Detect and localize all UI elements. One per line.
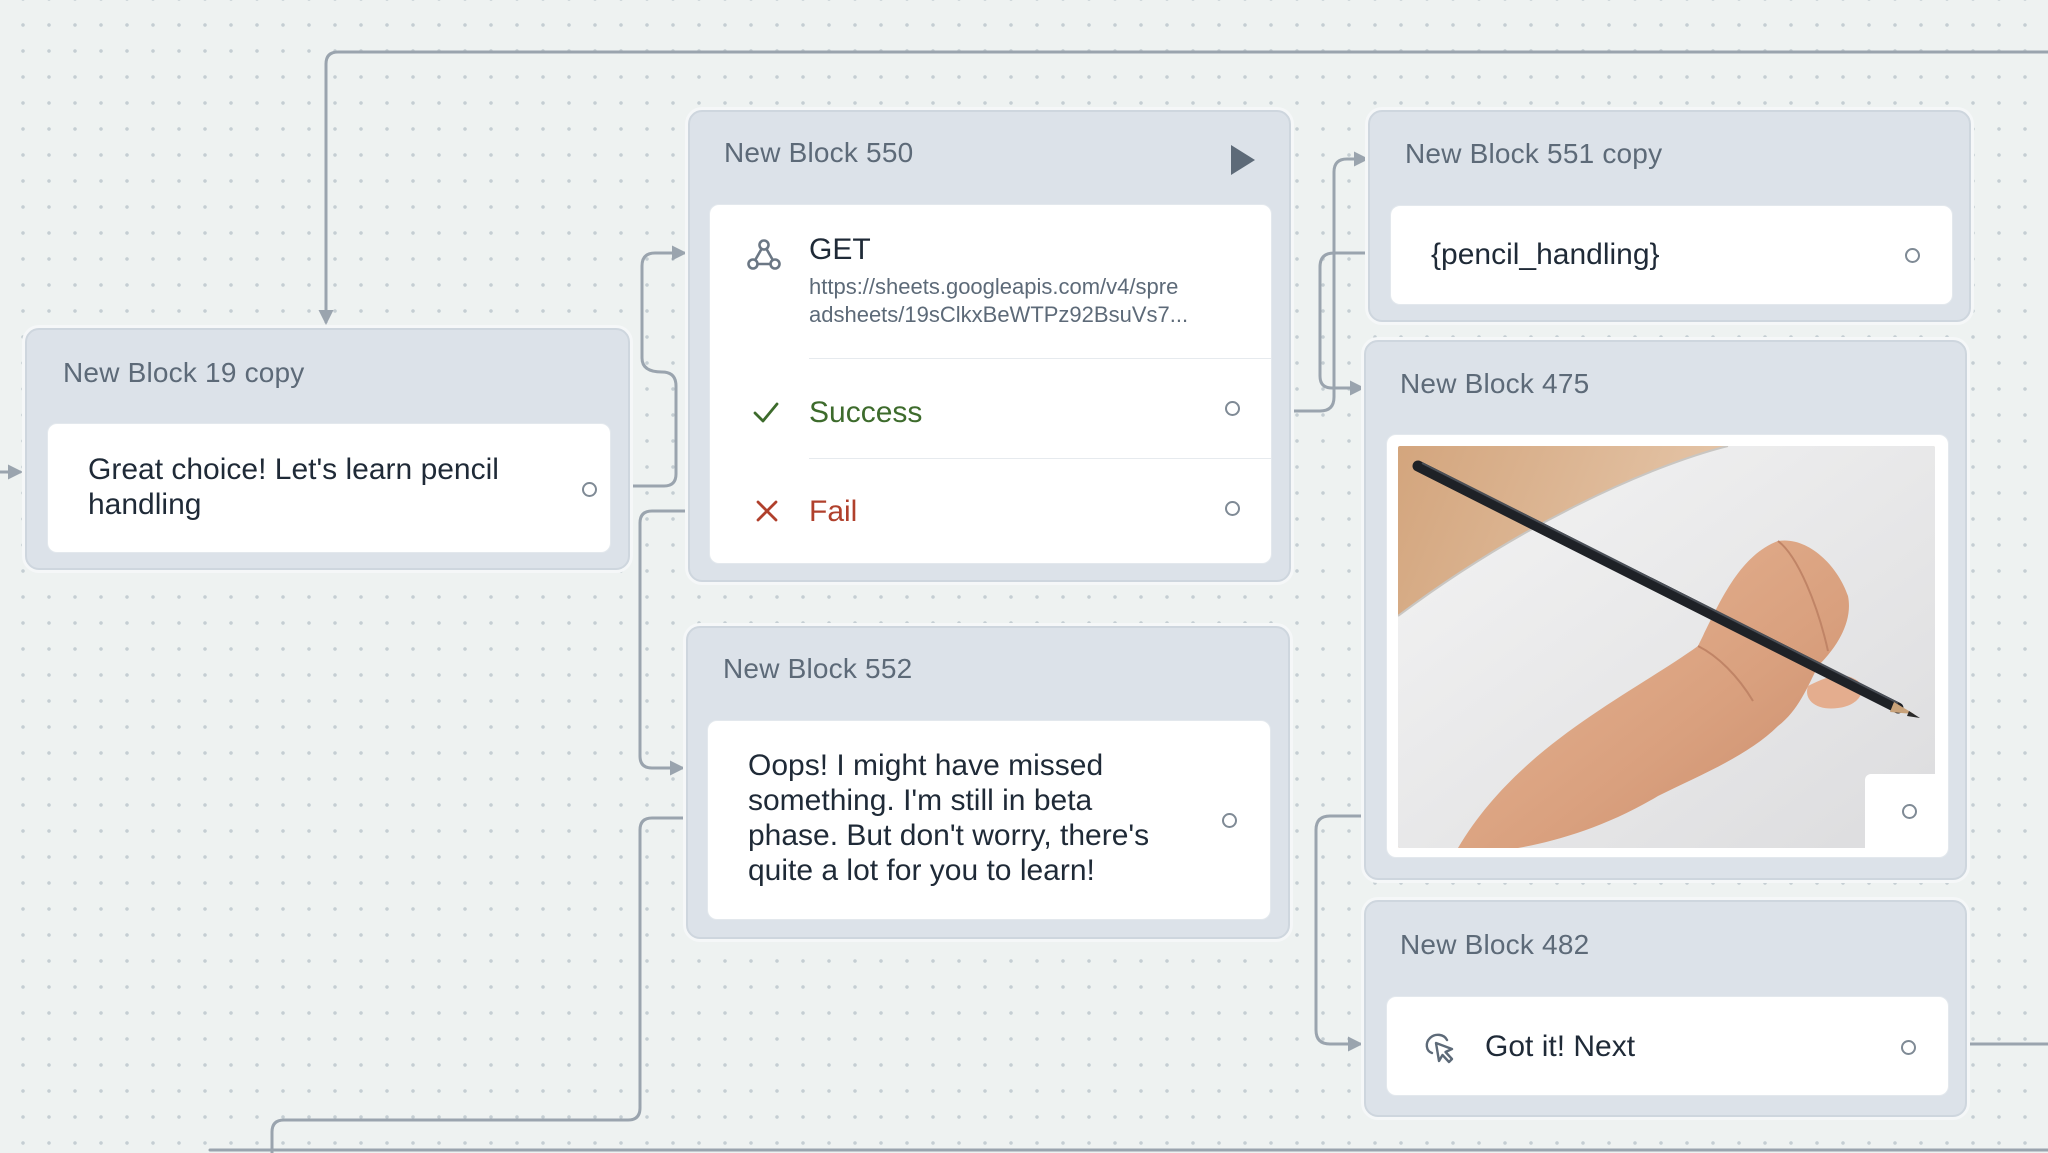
play-icon[interactable] [1231,145,1255,175]
text-message-card[interactable]: Oops! I might have missed something. I'm… [707,720,1271,920]
block-title: New Block 552 [723,653,913,684]
webhook-icon [746,237,782,273]
block-new-block-482[interactable]: New Block 482 Got it! Next [1364,900,1967,1117]
webhook-card[interactable]: GET https://sheets.googleapis.com/v4/spr… [709,204,1272,564]
block-new-block-550[interactable]: New Block 550 GET https://sheets.googlea… [688,110,1291,582]
output-port[interactable] [1901,1040,1916,1055]
request-url-line-2: adsheets/19sClkxBeWTPz92BsuVs7... [809,302,1189,327]
message-text-line-2: handling [88,488,202,521]
image-card[interactable] [1386,434,1949,858]
output-port[interactable] [1222,813,1237,828]
block-title: New Block 482 [1400,929,1590,960]
message-text-line-1: Great choice! Let's learn pencil [88,453,499,486]
message-text-line-1: Oops! I might have missed [748,749,1104,782]
pointer-click-icon [1423,1031,1457,1065]
message-text-line-3: phase. But don't worry, there's [748,819,1150,852]
fail-path-label: Fail [809,495,858,528]
divider [809,358,1271,359]
block-new-block-551-copy[interactable]: New Block 551 copy {pencil_handling} [1368,110,1971,322]
success-path-label: Success [809,396,923,429]
block-title: New Block 551 copy [1405,138,1663,169]
check-icon [752,398,780,426]
fail-output-port[interactable] [1225,501,1240,516]
http-method: GET [809,233,871,266]
request-url-line-1: https://sheets.googleapis.com/v4/spre [809,274,1179,299]
close-icon [754,498,780,524]
variable-text: {pencil_handling} [1431,238,1660,271]
block-new-block-552[interactable]: New Block 552 Oops! I might have missed … [686,626,1290,939]
block-title: New Block 550 [724,137,914,168]
button-label: Got it! Next [1485,1030,1636,1063]
block-new-block-19-copy[interactable]: New Block 19 copy Great choice! Let's le… [25,328,630,570]
block-new-block-475[interactable]: New Block 475 [1364,340,1967,880]
output-port[interactable] [1902,804,1917,819]
block-title: New Block 475 [1400,368,1590,399]
block-title: New Block 19 copy [63,357,305,388]
divider [809,458,1271,459]
edge-552-out [270,816,708,1153]
pencil-handling-image [1398,446,1935,848]
button-card[interactable]: Got it! Next [1386,996,1949,1096]
message-text-line-4: quite a lot for you to learn! [748,854,1095,887]
success-output-port[interactable] [1225,401,1240,416]
output-port[interactable] [1905,248,1920,263]
message-text-line-2: something. I'm still in beta [748,784,1093,817]
text-message-card[interactable]: Great choice! Let's learn pencil handlin… [47,423,611,553]
output-port[interactable] [582,482,597,497]
text-message-card[interactable]: {pencil_handling} [1390,205,1953,305]
